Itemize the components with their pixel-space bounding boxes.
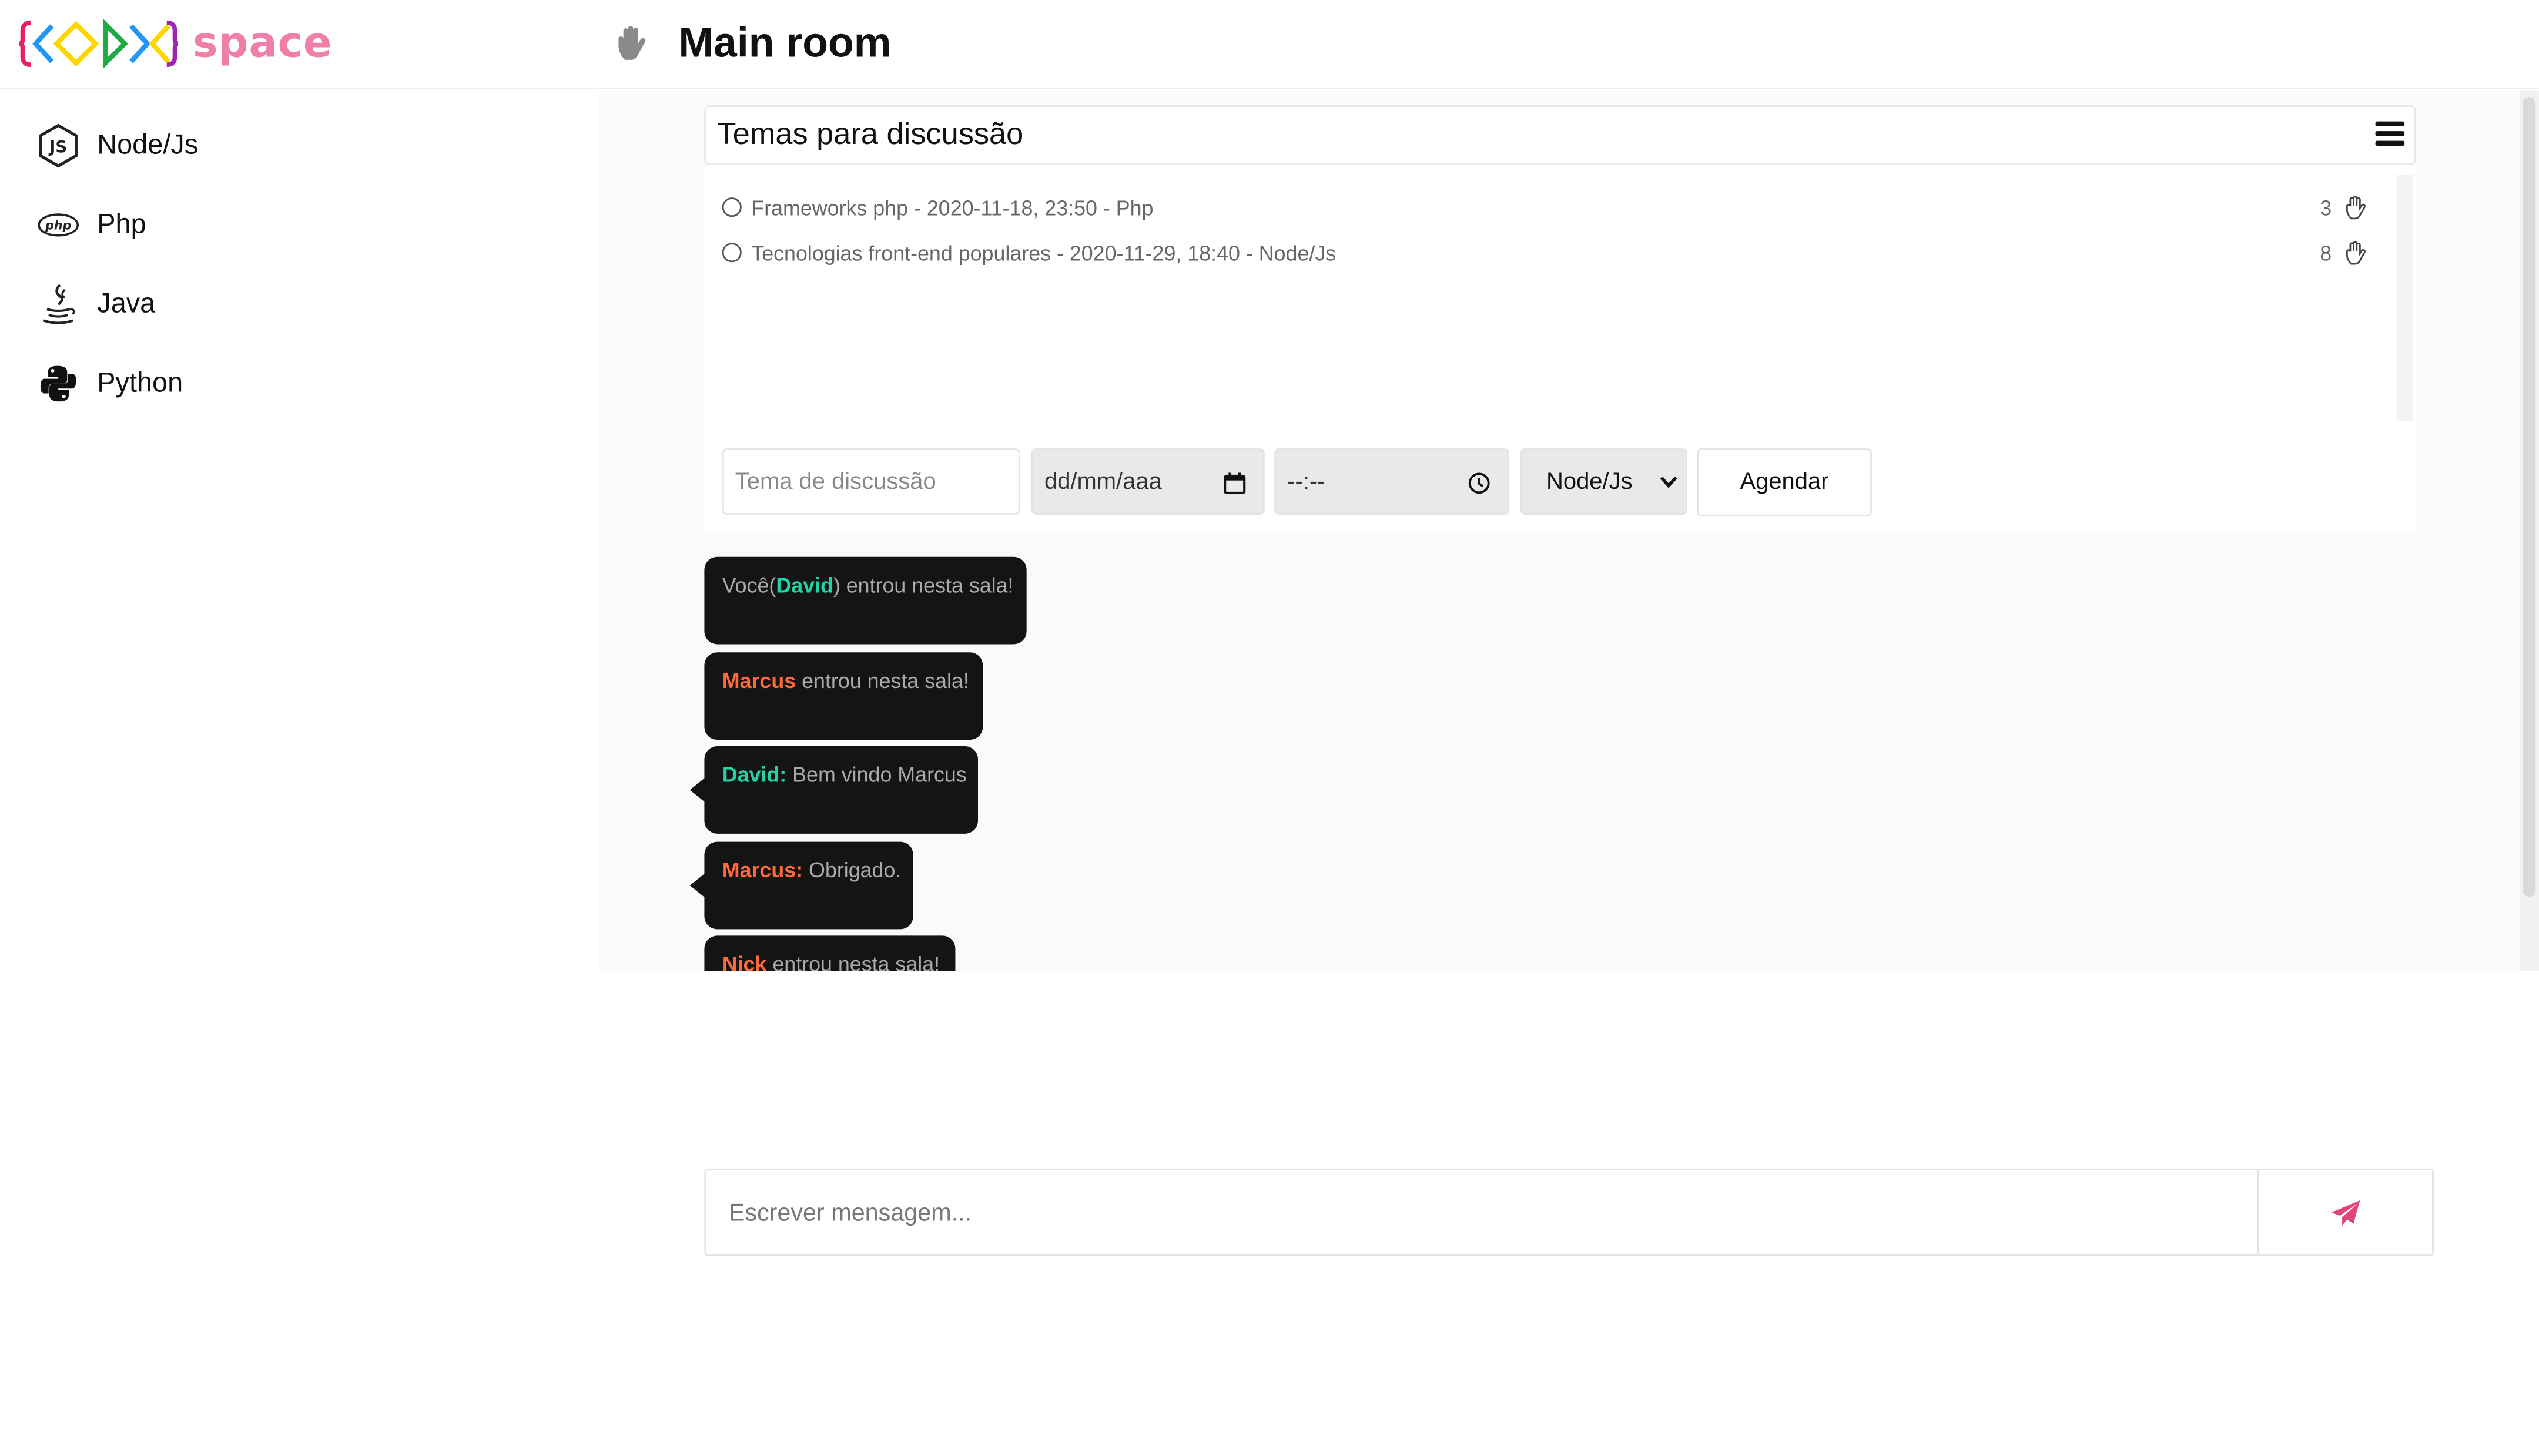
sidebar-item-nodejs[interactable]: JS Node/Js <box>36 122 199 170</box>
calendar-icon[interactable] <box>1222 471 1247 495</box>
hamburger-menu-icon[interactable] <box>2375 121 2405 147</box>
chat-message: Você(David) entrou nesta sala! <box>704 556 1027 645</box>
list-item: Frameworks php - 2020-11-18, 23:50 - Php… <box>722 193 2390 222</box>
clock-icon[interactable] <box>1467 471 1491 495</box>
chat-message: Marcus: Obrigado. <box>689 841 913 930</box>
svg-text:php: php <box>45 219 71 233</box>
message-text: ) entrou nesta sala! <box>833 573 1014 598</box>
topics-panel-header: Temas para discussão <box>704 105 2416 166</box>
svg-text:JS: JS <box>48 137 67 156</box>
sidebar-item-label: Java <box>97 288 156 319</box>
message-composer <box>704 1169 2434 1256</box>
language-sidebar: JS Node/Js php Php Java Python <box>0 90 599 972</box>
language-select-value: Node/Js <box>1546 468 1633 495</box>
chat-message: David: Bem vindo Marcus <box>689 746 979 834</box>
time-input[interactable]: --:-- <box>1274 448 1509 515</box>
topic-list: Frameworks php - 2020-11-18, 23:50 - Php… <box>704 175 2397 421</box>
sidebar-item-python[interactable]: Python <box>36 360 183 408</box>
message-author: Marcus: <box>722 858 803 883</box>
message-author: Marcus <box>722 668 796 693</box>
language-select[interactable]: Node/Js <box>1520 448 1687 515</box>
python-icon <box>36 361 81 406</box>
topic-list-scrollbar[interactable] <box>2396 175 2413 421</box>
chat-message: Nick entrou nesta sala! <box>704 935 956 972</box>
sidebar-item-java[interactable]: Java <box>36 280 156 329</box>
app-logo[interactable]: space <box>19 16 332 72</box>
send-button[interactable] <box>2257 1170 2433 1255</box>
message-text: Bem vindo Marcus <box>786 762 967 787</box>
sidebar-item-label: Php <box>97 209 146 240</box>
sidebar-item-php[interactable]: php Php <box>36 201 146 250</box>
message-text: Você( <box>722 573 776 598</box>
date-input[interactable]: dd/mm/aaa <box>1031 448 1265 515</box>
logo-wordmark: space <box>192 19 333 68</box>
topics-panel: Temas para discussão Frameworks php - 20… <box>704 105 2416 533</box>
topic-text: Tecnologias front-end populares - 2020-1… <box>751 240 1337 265</box>
room-title: Main room <box>678 18 892 66</box>
hand-vote-icon[interactable] <box>2344 240 2367 264</box>
topic-radio[interactable] <box>722 197 742 217</box>
message-text: Obrigado. <box>803 858 902 883</box>
php-icon: php <box>36 202 81 247</box>
main-scrollbar[interactable] <box>2519 90 2539 972</box>
kode-logo-icon <box>19 18 179 69</box>
message-author: Nick <box>722 951 767 972</box>
chat-message: Marcus entrou nesta sala! <box>704 652 983 740</box>
chevron-down-icon <box>1660 476 1677 488</box>
topics-panel-title: Temas para discussão <box>717 118 1024 152</box>
hand-vote-icon[interactable] <box>2344 195 2367 219</box>
topic-vote-count: 3 <box>2320 194 2332 220</box>
topic-radio[interactable] <box>722 243 742 263</box>
topic-text: Frameworks php - 2020-11-18, 23:50 - Php <box>751 194 1154 220</box>
sidebar-item-label: Node/Js <box>97 129 199 160</box>
date-input-value: dd/mm/aaa <box>1044 468 1162 495</box>
topic-name-input[interactable]: Tema de discussão <box>722 448 1020 515</box>
schedule-button[interactable]: Agendar <box>1697 448 1872 516</box>
message-author: David <box>776 573 833 598</box>
nodejs-icon: JS <box>36 123 81 168</box>
list-item: Tecnologias front-end populares - 2020-1… <box>722 238 2390 267</box>
chat-main-area: Temas para discussão Frameworks php - 20… <box>599 90 2539 972</box>
message-input[interactable] <box>706 1170 2260 1255</box>
message-text: entrou nesta sala! <box>796 668 969 693</box>
message-text: entrou nesta sala! <box>766 951 940 972</box>
topic-vote-count: 8 <box>2320 240 2332 265</box>
sidebar-item-label: Python <box>97 367 183 398</box>
main-scrollbar-thumb[interactable] <box>2523 97 2536 897</box>
top-bar: space Main room <box>0 0 2539 89</box>
schedule-topic-form: Tema de discussão dd/mm/aaa --:-- Node/J… <box>704 448 2416 533</box>
message-author: David: <box>722 762 787 787</box>
time-input-value: --:-- <box>1287 468 1325 495</box>
raised-hand-icon <box>618 26 646 60</box>
java-icon <box>36 281 81 327</box>
paper-plane-icon <box>2331 1199 2360 1225</box>
